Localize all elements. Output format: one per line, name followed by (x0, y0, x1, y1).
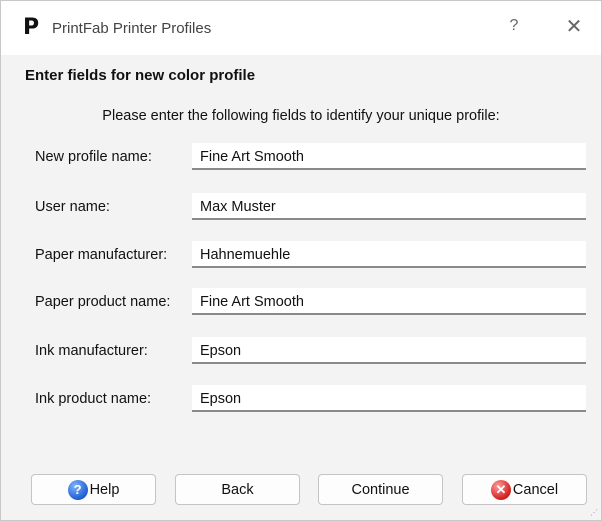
paper-manufacturer-label: Paper manufacturer: (35, 247, 168, 263)
field-row-paper-manufacturer: Paper manufacturer: (1, 241, 601, 271)
paper-manufacturer-input[interactable] (192, 241, 586, 268)
continue-button-label: Continue (351, 481, 410, 498)
cancel-circle-icon: ✕ (490, 479, 511, 500)
paper-product-name-input[interactable] (192, 288, 586, 315)
dialog-window: P PrintFab Printer Profiles ? ✕ Enter fi… (0, 0, 602, 521)
user-name-input[interactable] (192, 193, 586, 220)
cancel-button[interactable]: ✕ Cancel (462, 474, 587, 505)
help-circle-icon: ? (67, 479, 88, 500)
ink-manufacturer-label: Ink manufacturer: (35, 343, 148, 359)
app-logo-icon: P (23, 15, 40, 40)
close-icon[interactable]: ✕ (562, 15, 586, 39)
form-heading: Enter fields for new color profile (25, 67, 256, 84)
help-icon[interactable]: ? (504, 17, 524, 39)
form-subtitle: Please enter the following fields to ide… (102, 108, 500, 124)
ink-product-name-input[interactable] (192, 385, 586, 412)
resize-grip-icon[interactable]: ⋰ (590, 509, 598, 517)
paper-product-name-label: Paper product name: (35, 294, 171, 310)
back-button[interactable]: Back (175, 474, 300, 505)
ink-product-name-label: Ink product name: (35, 391, 152, 407)
title-bar[interactable]: P PrintFab Printer Profiles ? ✕ (1, 1, 601, 55)
profile-name-label: New profile name: (35, 149, 152, 165)
help-button[interactable]: ? Help (31, 474, 156, 505)
cancel-button-label: Cancel (512, 481, 559, 498)
continue-button[interactable]: Continue (318, 474, 443, 505)
field-row-profile-name: New profile name: (1, 143, 601, 173)
ink-manufacturer-input[interactable] (192, 337, 586, 364)
window-title: PrintFab Printer Profiles (52, 20, 212, 37)
field-row-paper-product-name: Paper product name: (1, 288, 601, 318)
user-name-label: User name: (35, 199, 110, 215)
profile-name-input[interactable] (192, 143, 586, 170)
help-button-label: Help (89, 481, 120, 498)
back-button-label: Back (221, 481, 254, 498)
field-row-ink-product-name: Ink product name: (1, 385, 601, 415)
field-row-ink-manufacturer: Ink manufacturer: (1, 337, 601, 367)
field-row-user-name: User name: (1, 193, 601, 223)
